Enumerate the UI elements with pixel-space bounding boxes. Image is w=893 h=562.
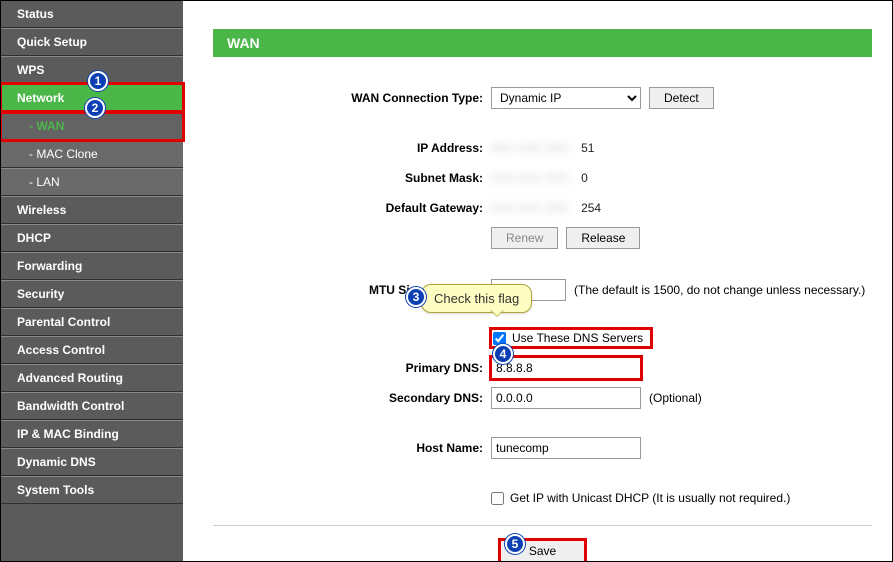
wan-form: WAN Connection Type: Dynamic IP Detect I…: [213, 85, 872, 561]
content: WAN WAN Connection Type: Dynamic IP Dete…: [183, 1, 892, 561]
sidebar-item-lan[interactable]: - LAN: [1, 168, 183, 196]
renew-button[interactable]: Renew: [491, 227, 558, 249]
annotation-badge-2: 2: [85, 98, 105, 118]
host-name-input[interactable]: [491, 437, 641, 459]
sidebar-item-access-control[interactable]: Access Control: [1, 336, 183, 364]
page-title: WAN: [213, 29, 872, 57]
sidebar-item-wireless[interactable]: Wireless: [1, 196, 183, 224]
unicast-wrapper: Get IP with Unicast DHCP (It is usually …: [491, 491, 790, 505]
annotation-badge-1: 1: [88, 71, 108, 91]
primary-dns-input[interactable]: [491, 357, 641, 379]
gw-value-suffix: 254: [581, 201, 601, 215]
sidebar-item-advanced-routing[interactable]: Advanced Routing: [1, 364, 183, 392]
sidebar-item-mac-clone[interactable]: - MAC Clone: [1, 140, 183, 168]
annotation-badge-4: 4: [493, 344, 513, 364]
pdns-label: Primary DNS:: [213, 361, 491, 375]
sidebar-item-bandwidth-control[interactable]: Bandwidth Control: [1, 392, 183, 420]
use-dns-checkbox[interactable]: [493, 332, 506, 345]
conn-type-label: WAN Connection Type:: [213, 91, 491, 105]
detect-button[interactable]: Detect: [649, 87, 714, 109]
ip-label: IP Address:: [213, 141, 491, 155]
sdns-label: Secondary DNS:: [213, 391, 491, 405]
annotation-badge-5: 5: [505, 534, 525, 554]
mask-masked: 000.000.000.: [491, 171, 573, 185]
release-button[interactable]: Release: [566, 227, 640, 249]
divider: [213, 525, 872, 526]
sidebar-item-status[interactable]: Status: [1, 1, 183, 28]
ip-value-suffix: 51: [581, 141, 594, 155]
mtu-hint: (The default is 1500, do not change unle…: [574, 283, 865, 297]
sidebar-item-forwarding[interactable]: Forwarding: [1, 252, 183, 280]
use-dns-label: Use These DNS Servers: [512, 331, 643, 345]
annotation-callout: Check this flag: [421, 284, 532, 313]
annotation-badge-3: 3: [406, 287, 426, 307]
ip-masked: 000.000.000.: [491, 141, 573, 155]
sdns-hint: (Optional): [649, 391, 702, 405]
conn-type-select[interactable]: Dynamic IP: [491, 87, 641, 109]
host-label: Host Name:: [213, 441, 491, 455]
use-dns-wrapper: Use These DNS Servers: [491, 329, 651, 347]
secondary-dns-input[interactable]: [491, 387, 641, 409]
mask-value-suffix: 0: [581, 171, 588, 185]
sidebar-item-security[interactable]: Security: [1, 280, 183, 308]
sidebar-item-quick-setup[interactable]: Quick Setup: [1, 28, 183, 56]
gw-label: Default Gateway:: [213, 201, 491, 215]
sidebar-item-dynamic-dns[interactable]: Dynamic DNS: [1, 448, 183, 476]
sidebar-item-dhcp[interactable]: DHCP: [1, 224, 183, 252]
unicast-label: Get IP with Unicast DHCP (It is usually …: [510, 491, 790, 505]
mask-label: Subnet Mask:: [213, 171, 491, 185]
sidebar-item-ip-mac-binding[interactable]: IP & MAC Binding: [1, 420, 183, 448]
sidebar-item-system-tools[interactable]: System Tools: [1, 476, 183, 504]
gw-masked: 000.000.000.: [491, 201, 573, 215]
unicast-checkbox[interactable]: [491, 492, 504, 505]
sidebar-item-parental-control[interactable]: Parental Control: [1, 308, 183, 336]
